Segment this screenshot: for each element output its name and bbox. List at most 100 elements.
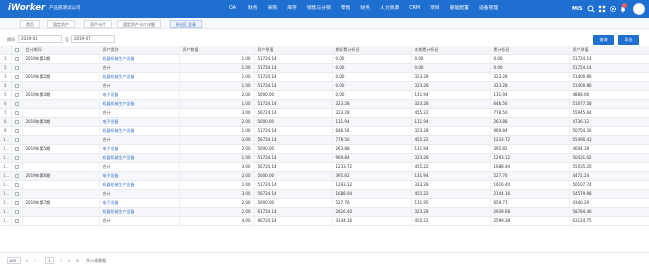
row-select-cell[interactable] [11,162,23,173]
table-row[interactable]: 17 2019年第7期 电子设备 2.00 5000.00 527.76 131.95 659… [0,198,649,209]
row-checkbox[interactable] [14,165,19,170]
nav-item[interactable]: 零售 [336,0,356,18]
nav-item[interactable]: 库存 [282,0,302,18]
row-checkbox[interactable] [14,111,19,116]
nav-item[interactable]: 财务 [355,0,375,18]
first-page-button[interactable]: « [24,257,30,264]
cell-category[interactable]: 电子设备 [99,171,180,182]
nav-item[interactable]: CRM [404,0,425,18]
row-select-cell[interactable] [11,144,23,155]
table-row[interactable]: 4 合计 1.00 51724.14 0.00 323.28 323.28 51400.86 [0,81,649,92]
export-button[interactable]: 导出 [618,35,639,45]
nav-item[interactable]: 项目 [425,0,445,18]
nav-item[interactable]: 人力资源 [375,0,404,18]
header-quantity[interactable]: 资产数量 [179,46,255,56]
table-row[interactable]: 3 2019年第2期 机器机械生产设备 1.00 51724.14 0.00 323.28 3… [0,72,649,83]
table-row[interactable]: 8 2019年第4期 电子设备 2.00 5000.00 131.94 131.94 263.… [0,117,649,128]
tab-asset-card[interactable]: 资产卡片 [84,20,112,28]
cell-category[interactable]: 机器机械生产设备 [99,72,180,83]
header-select-all[interactable] [11,46,23,56]
tab-fixed-assets[interactable]: 固定资产 [47,20,75,28]
settings-icon[interactable] [609,5,617,13]
period-from-input[interactable]: 2019-01 [18,35,62,43]
table-row[interactable]: 15 机器机械生产设备 1.00 51724.14 1293.12 323.28 1616.… [0,180,649,191]
table-row[interactable]: 9 机器机械生产设备 1.00 51724.14 646.56 323.28 969.84 5… [0,126,649,137]
select-all-checkbox[interactable] [14,48,19,53]
row-select-cell[interactable] [11,207,23,218]
table-row[interactable]: 16 合计 3.00 56724.14 1688.94 455.22 2144.16 5457… [0,189,649,200]
nav-item[interactable]: 销售与分销 [302,0,336,18]
row-checkbox[interactable] [14,84,19,89]
header-accumulated-depreciation[interactable]: 累计折旧 [490,46,570,56]
row-select-cell[interactable] [11,189,23,200]
table-row[interactable]: 6 机器机械生产设备 1.00 51724.14 323.28 323.28 646.56 5… [0,99,649,110]
last-page-button[interactable]: » [66,257,72,264]
row-select-cell[interactable] [11,216,23,227]
tab-asset-card-detail[interactable]: 固定资产卡片详细 [117,20,161,28]
cell-category[interactable]: 机器机械生产设备 [99,207,180,218]
grid-menu-icon[interactable] [598,5,606,13]
row-select-cell[interactable] [11,135,23,146]
row-select-cell[interactable] [11,126,23,137]
cell-category[interactable]: 电子设备 [99,90,180,101]
table-row[interactable]: 12 机器机械生产设备 1.00 51724.14 969.84 323.28 1293.1… [0,153,649,164]
nav-item[interactable]: 财务 [243,0,263,18]
header-current-depreciation[interactable]: 本期累计折旧 [411,46,491,56]
row-checkbox[interactable] [14,138,19,143]
cell-category[interactable]: 机器机械生产设备 [99,54,180,65]
row-checkbox[interactable] [14,201,19,206]
cell-category[interactable]: 电子设备 [99,144,180,155]
search-icon[interactable] [587,5,595,13]
row-checkbox[interactable] [14,120,19,125]
cell-category[interactable]: 电子设备 [99,117,180,128]
tab-home[interactable]: 首页 [20,20,40,28]
table-row[interactable]: 7 合计 3.00 56724.14 323.28 455.22 778.50 55945.6… [0,108,649,119]
cell-category[interactable]: 机器机械生产设备 [99,180,180,191]
cell-category[interactable]: 机器机械生产设备 [99,126,180,137]
table-row[interactable]: 18 机器机械生产设备 2.00 61724.14 2616.40 323.28 2939.… [0,207,649,218]
header-period[interactable]: 会计期间 [22,46,100,56]
table-row[interactable]: 1 2019年第1期 机器机械生产设备 1.00 51724.14 0.00 0.00 0.0… [0,54,649,65]
nav-item[interactable]: 设备管理 [474,0,503,18]
table-row[interactable]: 13 合计 3.00 56724.14 1233.72 455.22 1688.94 5503… [0,162,649,173]
table-row[interactable]: 14 2019年第6期 电子设备 2.00 5000.00 395.82 131.94 527… [0,171,649,182]
row-checkbox[interactable] [14,210,19,215]
row-checkbox[interactable] [14,93,19,98]
table-row[interactable]: 5 2019年第3期 电子设备 2.00 5000.00 0.00 131.94 131.94… [0,90,649,101]
row-checkbox[interactable] [14,66,19,71]
tab-depreciation-summary[interactable]: 折旧汇总表 [170,20,202,28]
page-size-select[interactable]: 100 [7,257,21,264]
page-number-input[interactable]: 1 [45,257,54,264]
row-select-cell[interactable] [11,198,23,209]
header-net-value[interactable]: 资产净值 [569,46,649,56]
header-opening-depreciation[interactable]: 期初累计折旧 [332,46,412,56]
row-checkbox[interactable] [14,192,19,197]
row-select-cell[interactable] [11,54,23,65]
row-select-cell[interactable] [11,117,23,128]
row-checkbox[interactable] [14,156,19,161]
table-row[interactable]: 11 2019年第5期 电子设备 2.00 5000.00 263.88 131.94 395… [0,144,649,155]
row-select-cell[interactable] [11,99,23,110]
cell-category[interactable]: 机器机械生产设备 [99,153,180,164]
cell-category[interactable]: 电子设备 [99,198,180,209]
row-select-cell[interactable] [11,108,23,119]
table-row[interactable]: 2 合计 1.00 51724.14 0.00 0.00 0.00 51724.14 [0,63,649,74]
row-select-cell[interactable] [11,72,23,83]
period-to-input[interactable]: 2019-07 [71,35,115,43]
row-select-cell[interactable] [11,81,23,92]
refresh-icon[interactable]: ↻ [76,257,79,264]
row-checkbox[interactable] [14,174,19,179]
query-button[interactable]: 查询 [593,35,614,45]
nav-item[interactable]: OA [222,0,243,18]
row-checkbox[interactable] [14,75,19,80]
table-row[interactable]: 19 合计 4.00 66724.14 3144.16 455.22 2599.38 6312… [0,216,649,227]
header-category[interactable]: 资产类别 [99,46,180,56]
table-row[interactable]: 10 合计 3.00 56724.14 778.50 455.22 1233.72 55490… [0,135,649,146]
cell-category[interactable]: 机器机械生产设备 [99,99,180,110]
row-checkbox[interactable] [14,219,19,224]
row-select-cell[interactable] [11,90,23,101]
nav-item[interactable]: 基础配置 [445,0,474,18]
row-checkbox[interactable] [14,147,19,152]
nav-item[interactable]: 采购 [263,0,283,18]
row-checkbox[interactable] [14,57,19,62]
